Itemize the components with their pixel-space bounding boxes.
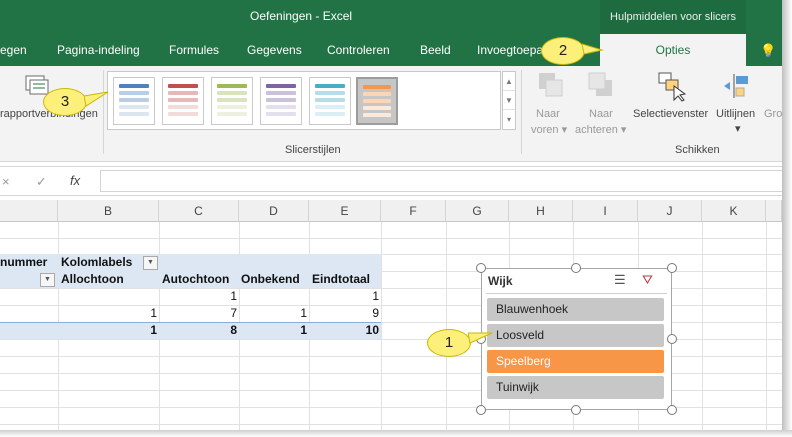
tab-formulas[interactable]: Formules xyxy=(169,43,219,57)
insert-function-icon[interactable]: fx xyxy=(70,173,80,188)
pivot-cell[interactable]: 1 xyxy=(159,289,237,303)
pivot-total-cell[interactable]: 10 xyxy=(309,323,379,337)
pivot-column-labels[interactable]: Kolomlabels xyxy=(61,255,132,269)
slicer-item-loosveld[interactable]: Loosveld xyxy=(487,324,664,347)
callout-3-pointer xyxy=(84,91,109,107)
tab-view[interactable]: Beeld xyxy=(420,43,451,57)
column-header-j[interactable]: J xyxy=(638,200,702,222)
resize-handle-right[interactable] xyxy=(667,334,677,344)
slicer-divider xyxy=(486,293,667,294)
send-backward-label-2: achteren xyxy=(575,124,618,136)
column-labels-filter-icon[interactable]: ▼ xyxy=(143,256,158,270)
tab-addins[interactable]: Invoegtoepa xyxy=(477,43,543,57)
selection-pane-button[interactable]: Selectievenster xyxy=(633,108,708,120)
column-header-e[interactable]: E xyxy=(309,200,381,222)
bring-forward-label-2: voren xyxy=(531,124,559,136)
column-header-i[interactable]: I xyxy=(573,200,638,222)
slicer-style-purple[interactable] xyxy=(260,77,302,125)
resize-handle-bottom-right[interactable] xyxy=(667,405,677,415)
column-header-a[interactable] xyxy=(0,200,58,222)
slicer-title: Wijk xyxy=(488,274,513,288)
window-title: Oefeningen - Excel xyxy=(250,9,353,23)
slicer-style-red[interactable] xyxy=(162,77,204,125)
page-shadow-bottom xyxy=(0,430,792,437)
callout-1-pointer xyxy=(468,332,493,344)
align-icon[interactable] xyxy=(722,72,750,100)
slicer-style-green[interactable] xyxy=(211,77,253,125)
resize-handle-top[interactable] xyxy=(571,263,581,273)
column-header-d[interactable]: D xyxy=(239,200,309,222)
tab-start[interactable]: egen xyxy=(0,43,27,57)
enter-icon[interactable]: ✓ xyxy=(36,174,47,190)
slicer-item-tuinwijk[interactable]: Tuinwijk xyxy=(487,376,664,399)
tab-data[interactable]: Gegevens xyxy=(247,43,302,57)
pivot-header-autochtoon[interactable]: Autochtoon xyxy=(162,272,229,286)
resize-handle-top-right[interactable] xyxy=(667,263,677,273)
resize-handle-top-left[interactable] xyxy=(476,263,486,273)
column-header-g[interactable]: G xyxy=(446,200,509,222)
page-shadow-right xyxy=(782,0,792,437)
resize-handle-bottom-left[interactable] xyxy=(476,405,486,415)
pivot-row-label[interactable]: nummer xyxy=(0,255,47,269)
slicer-wijk[interactable]: Wijk ☰ ⛛ Blauwenhoek Loosveld Speelberg … xyxy=(481,268,672,410)
pivot-total-cell[interactable]: 1 xyxy=(58,323,157,337)
slicer-styles-gallery xyxy=(107,71,501,130)
context-tab-group-label: Hulpmiddelen voor slicers xyxy=(600,0,746,34)
column-header-b[interactable]: B xyxy=(58,200,159,222)
gallery-more-icon[interactable]: ▾ xyxy=(503,110,515,129)
slicer-style-blue[interactable] xyxy=(113,77,155,125)
pivot-cell[interactable]: 7 xyxy=(159,306,237,320)
column-header-l[interactable] xyxy=(766,200,782,222)
gallery-scrollbar[interactable]: ▲ ▼ ▾ xyxy=(502,71,516,130)
pivot-header-eindtotaal[interactable]: Eindtotaal xyxy=(312,272,370,286)
pivot-header-onbekend[interactable]: Onbekend xyxy=(241,272,300,286)
report-connections-icon[interactable] xyxy=(24,74,50,96)
pivot-total-cell[interactable]: 1 xyxy=(239,323,307,337)
align-button[interactable]: Uitlijnen xyxy=(716,108,755,120)
tell-me-icon[interactable]: 💡 xyxy=(760,43,776,59)
align-dropdown-icon[interactable]: ▾ xyxy=(735,122,741,135)
pivot-cell[interactable]: 1 xyxy=(239,306,307,320)
bring-forward-label-1: Naar xyxy=(536,108,560,120)
slicer-style-aqua[interactable] xyxy=(309,77,351,125)
send-backward-icon[interactable] xyxy=(588,72,614,98)
callout-3: 3 xyxy=(43,88,87,116)
send-backward-button[interactable]: achteren ▾ xyxy=(575,123,626,136)
tab-page-layout[interactable]: Pagina-indeling xyxy=(57,43,140,57)
slicer-style-orange[interactable] xyxy=(356,77,398,125)
callout-2: 2 xyxy=(541,37,585,65)
group-label-arrange: Schikken xyxy=(675,144,720,156)
callout-2-pointer xyxy=(582,43,604,55)
send-backward-label-1: Naar xyxy=(589,108,613,120)
pivot-total-cell[interactable]: 8 xyxy=(159,323,237,337)
resize-handle-bottom[interactable] xyxy=(571,405,581,415)
formula-input[interactable] xyxy=(100,170,792,192)
group-separator xyxy=(103,70,104,154)
selection-pane-icon[interactable] xyxy=(658,72,687,102)
cancel-icon[interactable]: × xyxy=(2,174,10,189)
slicer-item-blauwenhoek[interactable]: Blauwenhoek xyxy=(487,298,664,321)
tab-review[interactable]: Controleren xyxy=(327,43,390,57)
gallery-up-icon[interactable]: ▲ xyxy=(503,72,515,91)
slicer-item-speelberg[interactable]: Speelberg xyxy=(487,350,664,373)
pivot-header-allochtoon[interactable]: Allochtoon xyxy=(61,272,124,286)
column-header-k[interactable]: K xyxy=(702,200,766,222)
gallery-down-icon[interactable]: ▼ xyxy=(503,91,515,110)
tab-options[interactable]: Opties xyxy=(600,34,746,66)
bring-forward-button[interactable]: voren ▾ xyxy=(531,123,567,136)
bring-forward-icon[interactable] xyxy=(538,72,564,98)
row-labels-filter-icon[interactable]: ▼ xyxy=(40,273,55,287)
column-header-h[interactable]: H xyxy=(509,200,573,222)
column-header-c[interactable]: C xyxy=(159,200,239,222)
group-separator xyxy=(521,70,522,154)
multi-select-icon[interactable]: ☰ xyxy=(614,272,626,288)
pivot-cell[interactable]: 9 xyxy=(309,306,379,320)
pivot-cell[interactable]: 1 xyxy=(309,289,379,303)
group-label-slicer-styles: Slicerstijlen xyxy=(285,144,341,156)
clear-filter-icon[interactable]: ⛛ xyxy=(642,272,653,288)
column-header-f[interactable]: F xyxy=(381,200,446,222)
pivot-cell[interactable]: 1 xyxy=(58,306,157,320)
callout-1: 1 xyxy=(427,329,471,357)
group-button[interactable]: Gro xyxy=(764,108,782,120)
